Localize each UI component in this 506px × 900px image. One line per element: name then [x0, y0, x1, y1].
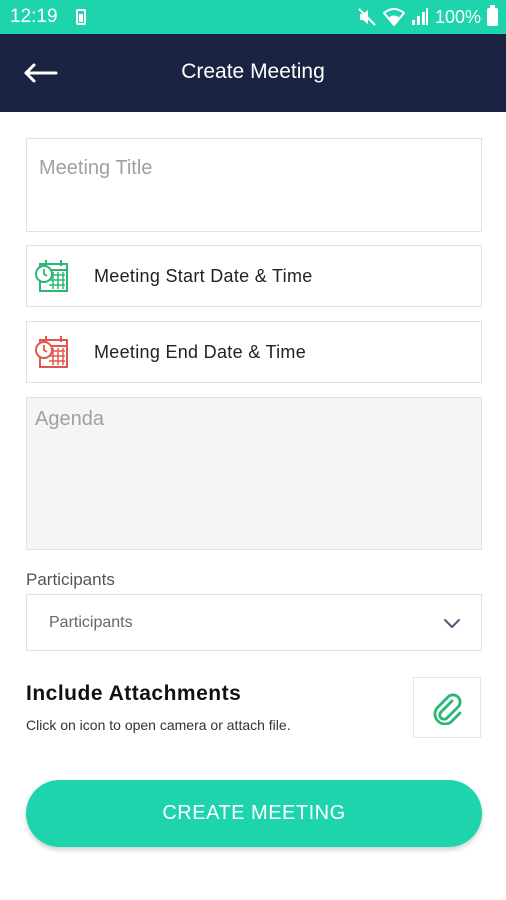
- app-bar: Create Meeting: [0, 34, 506, 112]
- battery-icon: [487, 5, 498, 26]
- chevron-down-icon: [444, 618, 460, 628]
- agenda-field[interactable]: [26, 397, 482, 550]
- end-datetime-label: Meeting End Date & Time: [94, 341, 307, 362]
- signal-icon: [411, 8, 429, 26]
- mute-icon: [357, 7, 377, 27]
- meeting-title-input[interactable]: [39, 157, 469, 180]
- battery-saver-icon: [76, 9, 86, 25]
- status-icons: 100%: [357, 5, 498, 28]
- end-datetime-picker[interactable]: Meeting End Date & Time: [26, 321, 482, 383]
- calendar-clock-icon: [35, 260, 68, 292]
- calendar-clock-icon: [35, 336, 68, 368]
- participants-dropdown[interactable]: Participants: [26, 594, 482, 651]
- start-datetime-picker[interactable]: Meeting Start Date & Time: [26, 245, 482, 307]
- start-datetime-label: Meeting Start Date & Time: [94, 265, 313, 286]
- create-meeting-button[interactable]: CREATE MEETING: [26, 780, 482, 847]
- status-time: 12:19: [10, 6, 58, 27]
- participants-label: Participants: [26, 570, 115, 589]
- agenda-input[interactable]: [35, 408, 473, 539]
- wifi-icon: [382, 8, 405, 26]
- battery-percent: 100%: [434, 6, 481, 27]
- page-title: Create Meeting: [181, 60, 325, 83]
- attachments-hint: Click on icon to open camera or attach f…: [26, 717, 291, 733]
- paperclip-icon: [433, 693, 462, 725]
- status-bar: 12:19 100%: [0, 0, 506, 34]
- attachments-heading: Include Attachments: [26, 682, 242, 705]
- participants-value: Participants: [49, 613, 133, 631]
- attach-file-button[interactable]: [413, 677, 481, 738]
- meeting-title-field[interactable]: [26, 138, 482, 232]
